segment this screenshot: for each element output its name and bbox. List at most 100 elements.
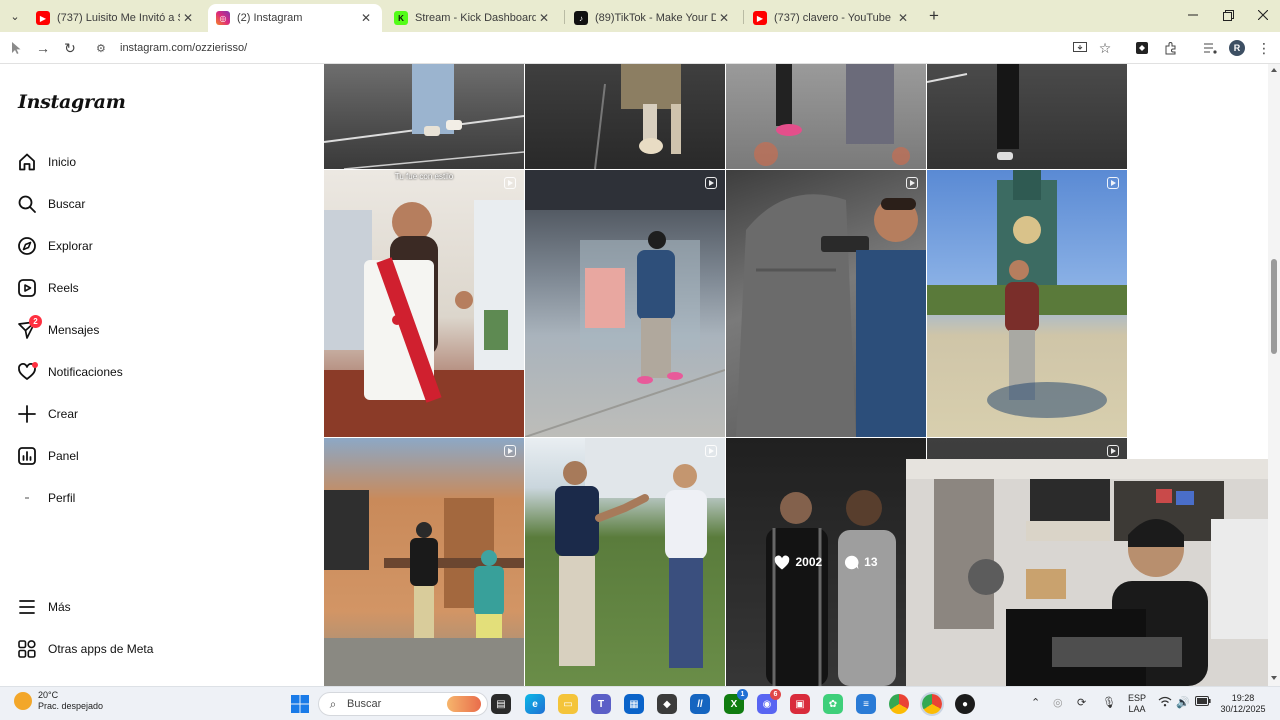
store-icon[interactable]: ▦ (624, 694, 644, 714)
windows-taskbar: 20°C Prac. despejado ⌕ Buscar ▤ e ▭ T ▦ … (0, 686, 1280, 720)
input-language[interactable]: ESP LAA (1124, 693, 1150, 715)
tab-instagram[interactable]: ◎ (2) Instagram ✕ (208, 4, 382, 32)
sidebar-item-buscar[interactable]: Buscar (16, 188, 85, 220)
extensions-puzzle-icon[interactable] (1161, 39, 1179, 57)
post-thumbnail[interactable] (927, 64, 1127, 169)
volume-icon[interactable]: 🔊 (1176, 696, 1190, 709)
system-clock[interactable]: 19:28 30/12/2025 (1214, 693, 1272, 715)
weather-sun-icon (14, 692, 32, 710)
browser-menu-icon[interactable]: ⋮ (1255, 39, 1273, 57)
app-cube-icon[interactable]: ◆ (657, 694, 677, 714)
messenger-icon: 2 (16, 315, 42, 341)
comment-bubble-icon (845, 555, 859, 569)
sidebar-item-panel[interactable]: Panel (16, 440, 79, 472)
post-thumbnail-hovered[interactable]: 2002 13 (726, 438, 926, 686)
close-tab-icon[interactable]: ✕ (358, 11, 374, 25)
home-icon (16, 151, 38, 173)
post-thumbnail[interactable] (324, 438, 524, 686)
post-thumbnail[interactable] (525, 438, 725, 686)
sidebar-item-label: Explorar (48, 239, 93, 253)
obs-icon[interactable]: ● (955, 694, 975, 714)
tab-kick-dashboard[interactable]: K Stream - Kick Dashboard ✕ (386, 4, 560, 32)
post-thumbnail[interactable] (525, 170, 725, 437)
tab-youtube-luisito[interactable]: ▶ (737) Luisito Me Invitó a Su Nu ✕ (28, 4, 204, 32)
sidebar-item-mas[interactable]: Más (16, 591, 71, 623)
reel-indicator-icon (906, 177, 918, 189)
bookmark-star-icon[interactable]: ☆ (1096, 39, 1114, 57)
extension-shield-icon[interactable] (1133, 39, 1151, 57)
task-view-icon[interactable]: ▤ (491, 694, 511, 714)
post-thumbnail[interactable] (726, 64, 926, 169)
sidebar-item-reels[interactable]: Reels (16, 272, 79, 304)
page-scrollbar-track[interactable] (1268, 64, 1280, 686)
tray-app-icon[interactable]: ◎ (1053, 696, 1063, 709)
battery-icon[interactable] (1195, 696, 1211, 709)
tab-tiktok[interactable]: ♪ (89)TikTok - Make Your Day ✕ (566, 4, 740, 32)
instagram-page: Instagram Inicio Buscar Explorar Reels 2… (0, 64, 1280, 686)
close-tab-icon[interactable]: ✕ (536, 11, 552, 25)
sidebar-item-label: Buscar (48, 197, 86, 211)
close-tab-icon[interactable]: ✕ (716, 11, 732, 25)
post-thumbnail[interactable]: Tu fue con estilo (324, 170, 524, 437)
xbox-icon[interactable]: X 1 (724, 689, 748, 714)
chrome-icon[interactable] (889, 694, 909, 714)
microphone-icon[interactable]: 🎙 (1102, 696, 1116, 709)
address-bar[interactable]: ⚙ instagram.com/ozzierisso/ (94, 36, 1124, 60)
page-scrollbar-thumb[interactable] (1271, 259, 1277, 354)
tray-overflow-chevron-icon[interactable]: ⌃ (1031, 696, 1040, 709)
notepad-icon[interactable]: ≡ (856, 694, 876, 714)
back-button[interactable] (6, 38, 26, 58)
sidebar-item-label: Crear (48, 407, 79, 421)
close-tab-icon[interactable]: ✕ (895, 11, 911, 25)
install-app-icon[interactable] (1071, 39, 1089, 57)
tab-title: (89)TikTok - Make Your Day (595, 12, 716, 24)
plus-icon (16, 403, 38, 425)
sidebar-item-mensajes[interactable]: 2 Mensajes (16, 314, 99, 346)
sidebar-item-otras-apps[interactable]: Otras apps de Meta (16, 633, 153, 665)
sidebar-item-notificaciones[interactable]: Notificaciones (16, 356, 123, 388)
close-tab-icon[interactable]: ✕ (180, 11, 196, 25)
taskbar-search-box[interactable]: ⌕ Buscar (318, 692, 488, 716)
app-green-icon[interactable]: ✿ (823, 694, 843, 714)
file-explorer-icon[interactable]: ▭ (558, 694, 578, 714)
reload-button[interactable]: ↻ (60, 38, 80, 58)
sidebar-item-inicio[interactable]: Inicio (16, 146, 76, 178)
forward-button[interactable]: → (33, 38, 53, 58)
tab-title: (2) Instagram (237, 12, 303, 24)
sidebar-item-perfil[interactable]: Perfil (16, 482, 75, 514)
weather-widget[interactable]: 20°C Prac. despejado (14, 690, 103, 712)
tab-youtube-clavero[interactable]: ▶ (737) clavero - YouTube ✕ (745, 4, 919, 32)
edge-icon[interactable]: e (525, 694, 545, 714)
sidebar-item-label: Inicio (48, 155, 77, 169)
tab-search-chevron-icon[interactable]: ⌄ (6, 7, 24, 25)
wifi-icon[interactable] (1158, 696, 1172, 710)
meta-apps-icon (16, 638, 38, 660)
sidebar-item-label: Panel (48, 449, 79, 463)
sidebar-item-label: Otras apps de Meta (48, 642, 154, 656)
sidebar-item-label: Perfil (48, 491, 76, 505)
discord-icon[interactable]: ◉ 6 (757, 689, 781, 714)
post-thumbnail[interactable] (525, 64, 725, 169)
restore-button[interactable] (1211, 0, 1245, 30)
post-thumbnail[interactable] (927, 170, 1127, 437)
post-thumbnail[interactable] (726, 170, 926, 437)
close-window-button[interactable] (1246, 0, 1280, 30)
tab-title: Stream - Kick Dashboard (415, 12, 536, 24)
teams-icon[interactable]: T (591, 694, 611, 714)
new-tab-button[interactable]: + (924, 6, 944, 26)
comments-count: 13 (844, 555, 878, 570)
sidebar-item-crear[interactable]: Crear (16, 398, 78, 430)
post-thumbnail[interactable] (324, 64, 524, 169)
profile-avatar[interactable]: R (1229, 40, 1245, 56)
app-red-icon[interactable]: ▣ (790, 694, 810, 714)
site-info-icon[interactable]: ⚙ (96, 42, 116, 55)
tray-sync-icon[interactable]: ⟳ (1077, 696, 1086, 709)
instagram-logo[interactable]: Instagram (18, 91, 126, 113)
chrome-active-icon[interactable] (920, 692, 944, 716)
minimize-button[interactable] (1176, 0, 1210, 30)
app-z-icon[interactable]: // (690, 694, 710, 714)
sidebar-item-explorar[interactable]: Explorar (16, 230, 93, 262)
post-caption-overlay: Tu fue con estilo (394, 172, 454, 181)
media-control-icon[interactable] (1201, 39, 1219, 57)
windows-start-icon[interactable] (290, 694, 310, 714)
